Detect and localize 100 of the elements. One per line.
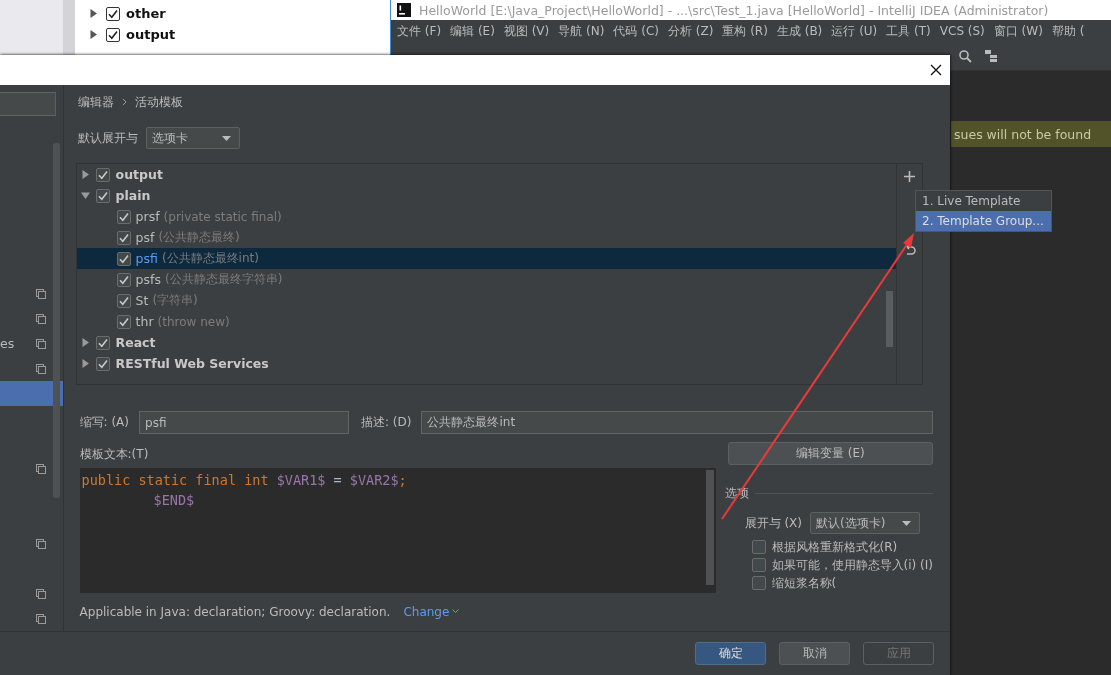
template-abbreviation: psfi xyxy=(135,251,158,266)
template-abbreviation: thr xyxy=(135,314,154,329)
template-group-label[interactable]: React xyxy=(115,335,156,350)
expand-arrow-icon[interactable] xyxy=(80,338,90,347)
tree-row[interactable]: thr (throw new) xyxy=(76,311,896,332)
menu-item[interactable]: 导航 (N) xyxy=(558,22,605,40)
undo-icon[interactable] xyxy=(903,244,916,256)
menu-item[interactable]: 重构 (R) xyxy=(722,22,768,40)
copy-icon xyxy=(35,338,46,349)
copy-icon xyxy=(35,363,46,374)
checkbox[interactable] xyxy=(116,251,131,266)
code-editor[interactable]: public static final int $VAR1$ = $VAR2$; $END$ xyxy=(79,468,716,593)
breadcrumb-item[interactable]: 活动模板 xyxy=(134,93,183,111)
add-icon[interactable] xyxy=(904,171,915,182)
menu-item[interactable]: 代码 (C) xyxy=(613,22,659,40)
menu-item[interactable]: 文件 (F) xyxy=(397,22,442,40)
menu-item[interactable]: 帮助 ( xyxy=(1051,22,1085,40)
field-label: 缩写: (A) xyxy=(79,414,129,431)
menu-item[interactable]: 2. Template Group... xyxy=(916,211,1051,231)
menu-item[interactable]: 窗口 (W) xyxy=(993,22,1043,40)
tree-item-label: other xyxy=(126,6,166,21)
checkbox[interactable] xyxy=(116,314,131,329)
collapse-arrow-icon[interactable] xyxy=(80,191,90,200)
checkbox[interactable] xyxy=(106,6,120,21)
template-group-label[interactable]: plain xyxy=(115,188,151,203)
edit-variables-button[interactable]: 编辑变量 (E) xyxy=(727,442,933,465)
caret-icon xyxy=(221,135,231,141)
applicable-contexts-text: Applicable in Java: declaration; Groovy: declaration. xyxy=(79,604,391,619)
expand-arrow-icon[interactable] xyxy=(89,9,98,18)
close-icon[interactable] xyxy=(930,64,942,76)
checkbox[interactable] xyxy=(116,230,131,245)
field-label: 模板文本:(T) xyxy=(79,446,150,463)
search-icon[interactable] xyxy=(958,49,972,63)
expand-arrow-icon[interactable] xyxy=(80,170,90,179)
template-abbreviation: prsf xyxy=(135,209,160,224)
dropdown[interactable]: 选项卡 xyxy=(145,127,240,149)
window-title: HelloWorld [E:\Java_Project\HelloWorld] - ...\src\Test_1.java [HelloWorld] - IntelliJ IDEA (Administrator) xyxy=(419,2,1049,18)
menu-item[interactable]: 1. Live Template xyxy=(916,191,1051,211)
tree-row[interactable]: psf (公共静态最终) xyxy=(76,227,896,248)
menu-item[interactable]: 生成 (B) xyxy=(776,22,823,40)
template-group-label[interactable]: output xyxy=(115,167,163,182)
copy-icon xyxy=(35,288,46,299)
search-field[interactable] xyxy=(0,92,56,116)
caret-icon xyxy=(452,609,460,614)
menu-item[interactable]: 视图 (V) xyxy=(503,22,550,40)
sidebar-row[interactable]: es xyxy=(0,331,63,356)
checkbox-label: 如果可能，使用静态导入(i) (I) xyxy=(771,556,933,574)
change-link[interactable]: Change xyxy=(403,604,460,619)
scrollbar[interactable] xyxy=(52,143,60,498)
checkbox-label: 根据风格重新格式化(R) xyxy=(771,538,898,556)
scrollbar[interactable] xyxy=(705,470,714,585)
ok-button[interactable]: 确定 xyxy=(695,642,766,665)
cancel-button[interactable]: 取消 xyxy=(779,642,850,665)
checkbox[interactable] xyxy=(751,558,766,572)
copy-icon xyxy=(35,613,46,624)
copy-icon xyxy=(35,313,46,324)
checkbox-label: 缩短浆名称( xyxy=(771,574,837,592)
tree-row[interactable]: prsf (private static final) xyxy=(76,206,896,227)
field-label: 展开与 (X) xyxy=(744,514,802,532)
field-label: 描述: (D) xyxy=(361,414,412,431)
checkbox[interactable] xyxy=(751,576,766,590)
warning-banner: sues will not be found xyxy=(951,121,1111,147)
tree-item-label: output xyxy=(126,27,176,42)
checkbox[interactable] xyxy=(95,167,110,182)
checkbox[interactable] xyxy=(116,209,131,224)
menu-item[interactable]: 分析 (Z) xyxy=(667,22,714,40)
template-description: (公共静态最终) xyxy=(158,229,240,246)
scrollbar[interactable] xyxy=(63,0,75,56)
code-line: $END$ xyxy=(153,491,196,510)
copy-icon xyxy=(35,588,46,599)
checkbox[interactable] xyxy=(95,188,110,203)
selected-row[interactable]: psfi (公共静态最终int) xyxy=(76,248,896,269)
checkbox[interactable] xyxy=(95,356,110,371)
checkbox[interactable] xyxy=(95,335,110,350)
template-description: (private static final) xyxy=(163,209,282,224)
menu-item[interactable]: 运行 (U) xyxy=(831,22,878,40)
expand-arrow-icon[interactable] xyxy=(80,359,90,368)
template-description: (throw new) xyxy=(157,314,230,329)
checkbox[interactable] xyxy=(116,293,131,308)
expand-arrow-icon[interactable] xyxy=(89,30,98,39)
checkbox[interactable] xyxy=(106,27,120,42)
template-abbreviation: St xyxy=(135,293,149,308)
scrollbar[interactable] xyxy=(886,291,893,347)
description-field[interactable]: 公共静态最终int xyxy=(421,411,933,434)
structure-icon[interactable] xyxy=(984,49,998,63)
copy-icon xyxy=(35,463,46,474)
caret-icon xyxy=(902,520,911,526)
template-group-label[interactable]: RESTful Web Services xyxy=(115,356,269,371)
menu-item[interactable]: 工具 (T) xyxy=(886,22,931,40)
menu-item[interactable]: 编辑 (E) xyxy=(450,22,495,40)
template-abbreviation: psfs xyxy=(135,272,161,287)
settings-item-label: es xyxy=(0,336,15,351)
abbreviation-field[interactable]: psfi xyxy=(139,411,349,434)
checkbox[interactable] xyxy=(751,540,766,554)
menu-item[interactable]: VCS (S) xyxy=(939,24,985,38)
field-label: 默认展开与 xyxy=(77,129,138,147)
code-line: public static final int $VAR1$ = $VAR2$; xyxy=(81,471,408,490)
dropdown[interactable]: 默认(选项卡) xyxy=(810,512,920,534)
breadcrumb-item[interactable]: 编辑器 xyxy=(77,93,114,111)
checkbox[interactable] xyxy=(116,272,131,287)
